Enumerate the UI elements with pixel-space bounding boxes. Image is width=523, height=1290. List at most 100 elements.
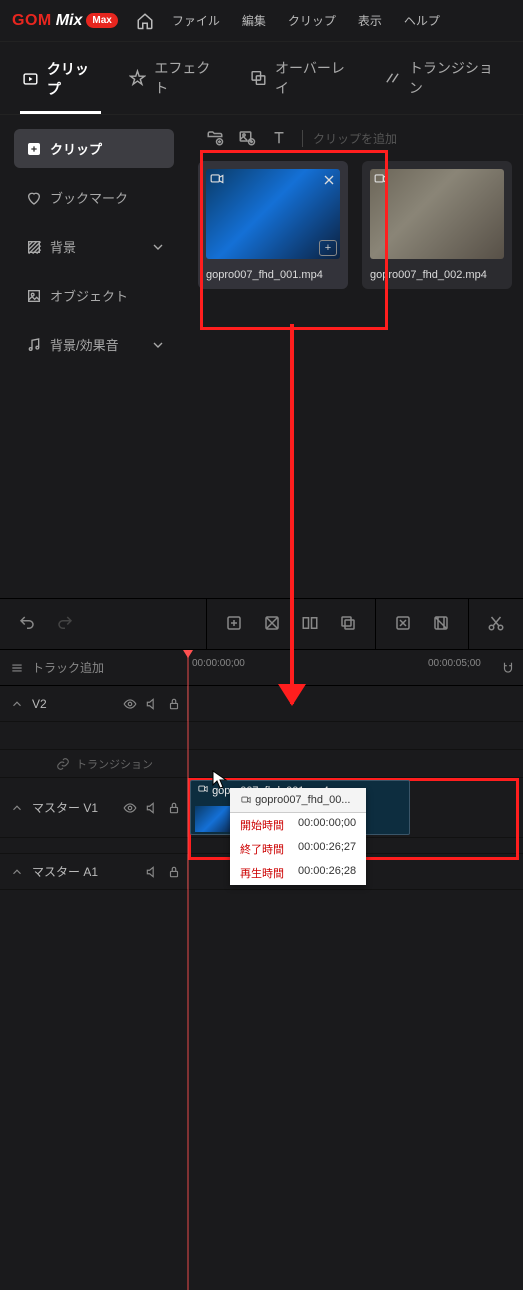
lock-icon[interactable] [167,697,181,711]
menu-icon [10,661,24,675]
lock-icon[interactable] [167,801,181,815]
chevron-down-icon [150,337,166,353]
logo-gom: GOM [12,12,52,30]
chevron-up-icon[interactable] [10,865,24,879]
video-icon [209,172,225,186]
spacer-row [0,722,523,750]
sidebar-bgm-label: 背景/効果音 [50,335,119,354]
eye-icon[interactable] [123,801,137,815]
content-row: クリップ ブックマーク 背景 オブジェクト 背景/効果音 クリップを追加 [0,115,523,598]
split-button[interactable] [301,614,319,635]
track-master-a1-head[interactable]: マスター A1 [0,854,188,889]
object-icon [26,288,42,304]
timeline-clip-thumb [195,806,235,832]
track-master-a1-label: マスター A1 [32,863,98,880]
redo-button[interactable] [56,614,74,635]
clips-area: クリップを追加 + gopro007_fhd_001.mp4 gopro007_… [188,115,523,598]
track-v2-head[interactable]: V2 [0,686,188,721]
sidebar-item-bgm[interactable]: 背景/効果音 [14,325,174,364]
clip-thumb-1-image: + [206,169,340,259]
transition-icon [384,69,401,87]
menu-clip[interactable]: クリップ [288,12,336,29]
video-icon [197,784,209,794]
track-v2-label: V2 [32,697,47,711]
crop-button[interactable] [263,614,281,635]
close-icon[interactable] [321,172,337,188]
heart-icon [26,190,42,206]
sidebar-item-bookmark[interactable]: ブックマーク [14,178,174,217]
tick-0: 00:00:00;00 [192,658,245,669]
tab-transition[interactable]: トランジション [382,52,503,104]
sidebar-item-clip[interactable]: クリップ [14,129,174,168]
track-add-label: トラック追加 [32,659,104,676]
folder-plus-icon[interactable] [206,129,224,147]
track-master-v1-head[interactable]: マスター V1 [0,778,188,837]
add-to-timeline-icon[interactable]: + [319,240,337,256]
transition-label: トランジション [76,756,153,772]
overlay-icon [250,69,267,87]
clip-thumb-2[interactable]: gopro007_fhd_002.mp4 [362,161,512,289]
plus-icon [26,141,42,157]
menu-view[interactable]: 表示 [358,12,382,29]
sidebar-item-object[interactable]: オブジェクト [14,276,174,315]
menu-file[interactable]: ファイル [172,12,220,29]
music-icon [26,337,42,353]
clip-thumbnails: + gopro007_fhd_001.mp4 gopro007_fhd_002.… [198,161,513,289]
main-tabs: クリップ エフェクト オーバーレイ トランジション [0,42,523,115]
track-add-button[interactable]: トラック追加 [0,659,188,676]
menu-edit[interactable]: 編集 [242,12,266,29]
speaker-icon[interactable] [145,801,159,815]
track-v2-body[interactable] [188,686,523,721]
tab-clip-label: クリップ [47,59,100,99]
speaker-icon[interactable] [145,697,159,711]
tooltip-title: gopro007_fhd_00... [255,794,350,806]
lock-icon[interactable] [167,865,181,879]
link-icon [56,757,70,771]
clip-icon [22,70,39,88]
video-icon [240,795,252,805]
tooltip-end-val: 00:00:26;27 [298,841,356,857]
sidebar-clip-label: クリップ [50,139,102,158]
tl-group-history [0,599,92,649]
undo-button[interactable] [18,614,36,635]
tab-effect-label: エフェクト [154,58,220,98]
add-clip-placeholder[interactable]: クリップを追加 [302,130,397,147]
add-button[interactable] [225,614,243,635]
effect-icon [129,69,146,87]
tab-clip[interactable]: クリップ [20,53,101,114]
tooltip-header: gopro007_fhd_00... [230,788,366,813]
sidebar-item-bg[interactable]: 背景 [14,227,174,266]
tab-transition-label: トランジション [409,58,501,98]
sidebar-object-label: オブジェクト [50,286,128,305]
time-ruler[interactable]: 00:00:00;00 00:00:05;00 [188,650,523,685]
chevron-up-icon[interactable] [10,801,24,815]
menubar: GOM Mix Max ファイル 編集 クリップ 表示 ヘルプ [0,0,523,42]
track-v2: V2 [0,686,523,722]
video-icon [373,172,389,186]
clips-toolbar: クリップを追加 [198,129,513,147]
menu-help[interactable]: ヘルプ [404,12,440,29]
track-master-v1-label: マスター V1 [32,799,98,816]
text-icon[interactable] [270,129,288,147]
tab-overlay[interactable]: オーバーレイ [248,52,356,104]
tab-effect[interactable]: エフェクト [127,52,222,104]
clip-tooltip: gopro007_fhd_00... 開始時間00:00:00;00 終了時間0… [230,788,366,885]
clear-button[interactable] [432,614,450,635]
logo-max: Max [86,13,117,28]
sidebar: クリップ ブックマーク 背景 オブジェクト 背景/効果音 [0,115,188,598]
cut-button[interactable] [487,614,505,635]
speaker-icon[interactable] [145,865,159,879]
transition-row: トランジション [0,750,523,778]
sidebar-bg-label: 背景 [50,237,76,256]
chevron-up-icon[interactable] [10,697,24,711]
image-plus-icon[interactable] [238,129,256,147]
clip-thumb-1[interactable]: + gopro007_fhd_001.mp4 [198,161,348,289]
eye-icon[interactable] [123,697,137,711]
delete-button[interactable] [394,614,412,635]
tooltip-dur-val: 00:00:26;28 [298,865,356,881]
clip-thumb-1-label: gopro007_fhd_001.mp4 [206,269,340,281]
logo-mix: Mix [56,12,83,30]
copy-button[interactable] [339,614,357,635]
tooltip-start-val: 00:00:00;00 [298,817,356,833]
home-icon[interactable] [136,12,154,30]
